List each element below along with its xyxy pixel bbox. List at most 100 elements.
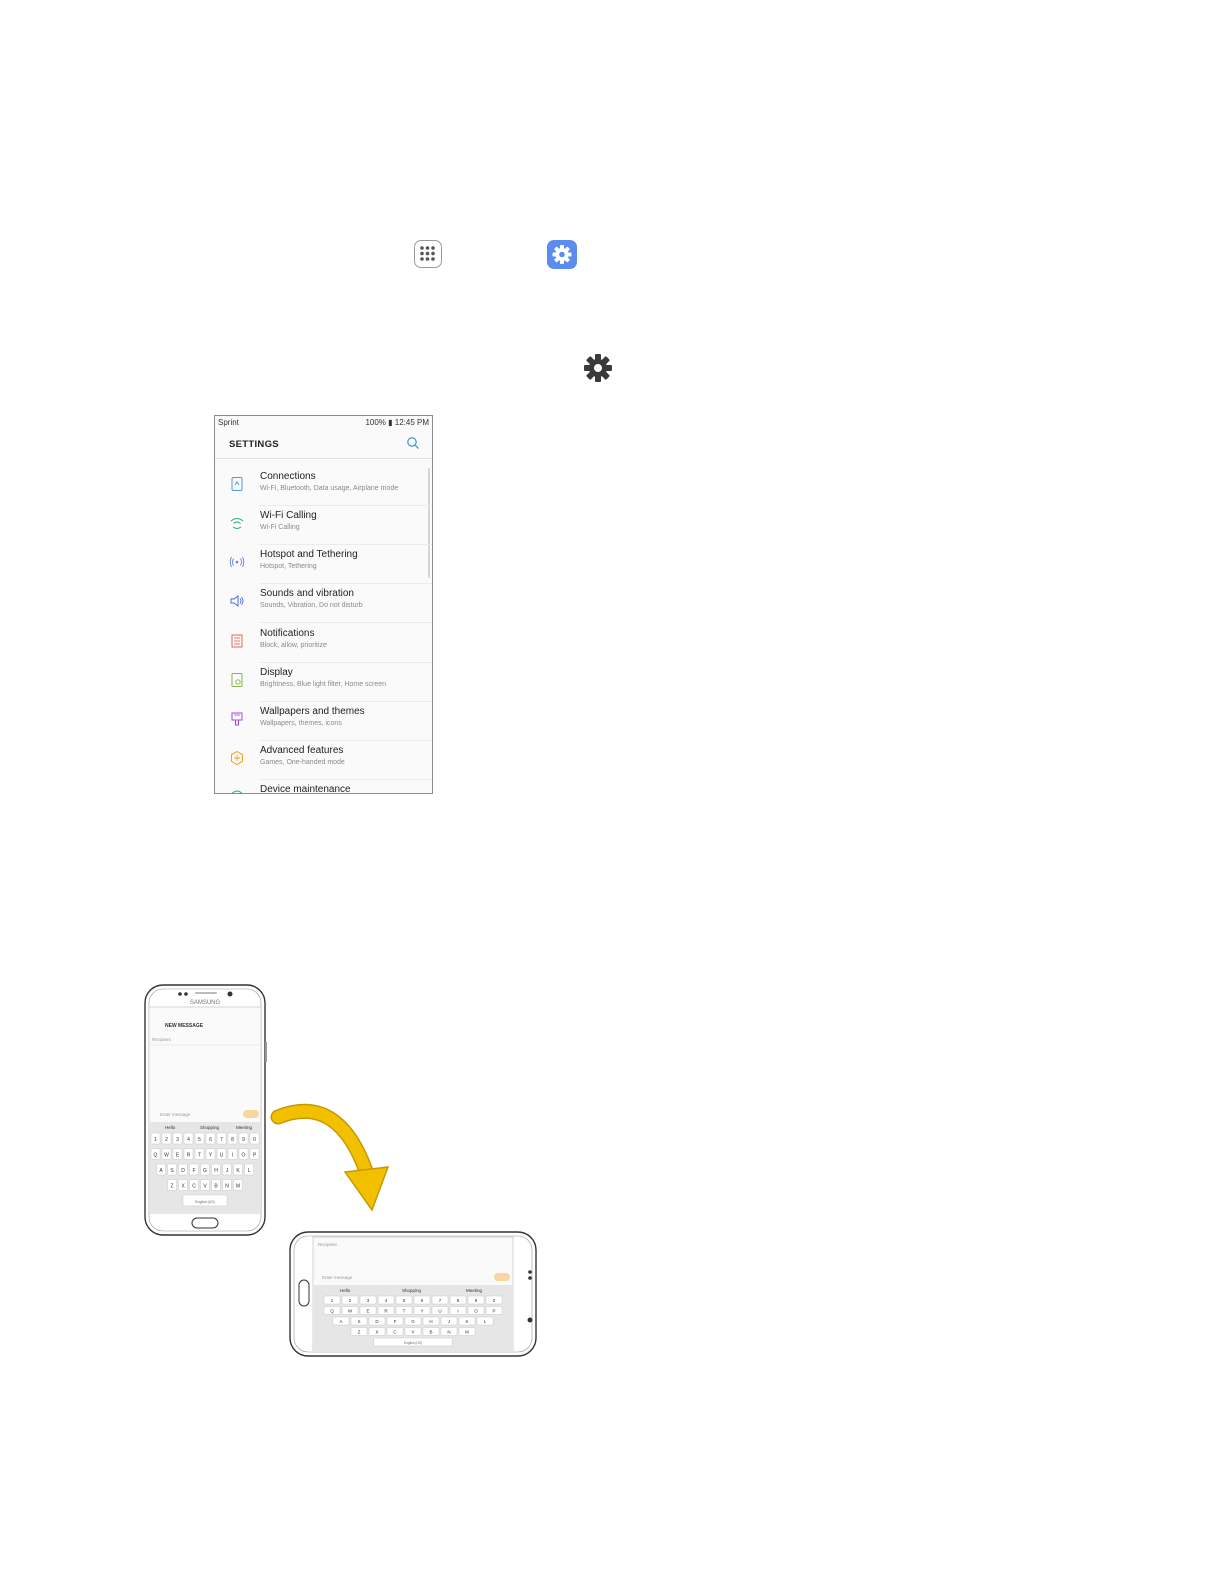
- item-title: Wallpapers and themes: [260, 706, 365, 717]
- settings-item-advanced[interactable]: Advanced features Games, One-handed mode: [215, 741, 432, 780]
- key-label: V: [411, 1329, 414, 1334]
- item-title: Hotspot and Tethering: [260, 549, 358, 560]
- key-label: U: [220, 1152, 224, 1158]
- settings-item-connections[interactable]: Connections Wi-Fi, Bluetooth, Data usage…: [215, 467, 432, 506]
- settings-gear-icon: [582, 352, 614, 384]
- item-title: Sounds and vibration: [260, 588, 354, 599]
- hotspot-icon: [229, 556, 245, 568]
- header-divider: [215, 458, 432, 459]
- item-title: Device maintenance: [260, 784, 351, 794]
- settings-item-wallpapers[interactable]: Wallpapers and themes Wallpapers, themes…: [215, 702, 432, 741]
- settings-item-wifi-calling[interactable]: Wi-Fi Calling Wi-Fi Calling: [215, 506, 432, 545]
- key-label: 0: [253, 1137, 256, 1143]
- item-subtitle: Brightness, Blue light filter, Home scre…: [260, 681, 387, 688]
- message-header: NEW MESSAGE: [165, 1023, 204, 1029]
- key-label: I: [232, 1152, 233, 1158]
- connections-icon: [231, 477, 243, 491]
- item-subtitle: Games, One-handed mode: [260, 759, 345, 766]
- key-label: M: [465, 1329, 469, 1334]
- device-maintenance-icon: [231, 790, 243, 793]
- key-label: O: [474, 1308, 478, 1313]
- key-label: K: [465, 1319, 468, 1324]
- settings-item-display[interactable]: Display Brightness, Blue light filter, H…: [215, 663, 432, 702]
- key-label: Q: [330, 1308, 334, 1313]
- key-label: H: [214, 1168, 218, 1174]
- speaker-icon: [230, 595, 244, 607]
- key-label: C: [192, 1183, 196, 1189]
- key-label: 4: [187, 1137, 190, 1143]
- rotate-device-illustration: SAMSUNG NEW MESSAGE Recipient Enter mess…: [144, 984, 537, 1357]
- key-label: E: [366, 1308, 369, 1313]
- item-subtitle: Wi-Fi, Bluetooth, Data usage, Airplane m…: [260, 485, 399, 492]
- suggestion-3-landscape: Meeting: [466, 1288, 483, 1293]
- key-label: 8: [231, 1137, 234, 1143]
- wallpaper-brush-icon: [231, 712, 243, 726]
- key-label: 9: [242, 1137, 245, 1143]
- status-bar: Sprint 100% ▮ 12:45 PM: [215, 416, 432, 431]
- settings-title: SETTINGS: [229, 439, 279, 450]
- search-icon[interactable]: [406, 436, 420, 450]
- message-placeholder-landscape: Enter message: [322, 1275, 353, 1280]
- key-label: T: [198, 1152, 201, 1158]
- portrait-phone: SAMSUNG NEW MESSAGE Recipient Enter mess…: [144, 984, 267, 1236]
- suggestion-1: Hello: [165, 1125, 176, 1130]
- key-label: I: [457, 1308, 458, 1313]
- item-subtitle: Hotspot, Tethering: [260, 563, 317, 570]
- settings-item-sounds[interactable]: Sounds and vibration Sounds, Vibration, …: [215, 584, 432, 623]
- key-label: 6: [209, 1137, 212, 1143]
- settings-item-notifications[interactable]: Notifications Block, allow, prioritize: [215, 624, 432, 663]
- status-right: 100% ▮ 12:45 PM: [365, 418, 429, 427]
- key-label: U: [438, 1308, 441, 1313]
- key-label: Y: [420, 1308, 423, 1313]
- key-label: H: [429, 1319, 432, 1324]
- item-title: Wi-Fi Calling: [260, 510, 317, 521]
- key-label: 5: [198, 1137, 201, 1143]
- apps-icon: [414, 240, 442, 268]
- settings-app-icon: [547, 240, 577, 269]
- key-label: 2: [165, 1137, 168, 1143]
- suggestion-1-landscape: Hello: [340, 1288, 351, 1293]
- item-subtitle: Sounds, Vibration, Do not disturb: [260, 602, 363, 609]
- key-label: A: [339, 1319, 342, 1324]
- key-label: P: [492, 1308, 495, 1313]
- item-title: Advanced features: [260, 745, 344, 756]
- key-label: R: [187, 1152, 191, 1158]
- item-title: Display: [260, 667, 293, 678]
- advanced-features-icon: [231, 750, 243, 766]
- key-label: F: [394, 1319, 397, 1324]
- key-label: T: [403, 1308, 406, 1313]
- recipient-placeholder: Recipient: [152, 1037, 172, 1042]
- key-label: O: [242, 1152, 246, 1158]
- key-label: L: [248, 1168, 251, 1174]
- space-bar-label: English (US): [195, 1200, 215, 1204]
- landscape-phone: Recipient Enter message Hello Shopping M…: [289, 1231, 537, 1357]
- item-title: Connections: [260, 471, 316, 482]
- key-label: Q: [154, 1152, 158, 1158]
- settings-item-hotspot[interactable]: Hotspot and Tethering Hotspot, Tethering: [215, 545, 432, 584]
- key-label: J: [448, 1319, 450, 1324]
- key-label: D: [181, 1168, 185, 1174]
- key-label: 3: [176, 1137, 179, 1143]
- key-label: N: [447, 1329, 450, 1334]
- notifications-icon: [231, 634, 243, 648]
- key-label: X: [375, 1329, 378, 1334]
- message-placeholder: Enter message: [160, 1112, 191, 1117]
- display-icon: [231, 673, 243, 687]
- wifi-calling-icon: [230, 518, 244, 529]
- suggestion-2: Shopping: [200, 1125, 220, 1130]
- suggestion-2-landscape: Shopping: [402, 1288, 422, 1293]
- key-label: F: [192, 1168, 195, 1174]
- settings-item-device-maintenance[interactable]: Device maintenance: [215, 780, 432, 794]
- key-label: G: [203, 1168, 207, 1174]
- key-label: N: [225, 1183, 229, 1189]
- item-subtitle: Wi-Fi Calling: [260, 524, 300, 531]
- rotation-arrow-icon: [270, 1103, 390, 1212]
- brand-label: SAMSUNG: [190, 1000, 221, 1006]
- carrier-label: Sprint: [218, 418, 239, 427]
- key-label: Z: [170, 1183, 173, 1189]
- suggestion-3: Meeting: [236, 1125, 253, 1130]
- key-label: W: [164, 1152, 169, 1158]
- space-bar-label: English (US): [404, 1341, 422, 1345]
- key-label: 1: [154, 1137, 157, 1143]
- recipient-placeholder-landscape: Recipient: [318, 1242, 338, 1247]
